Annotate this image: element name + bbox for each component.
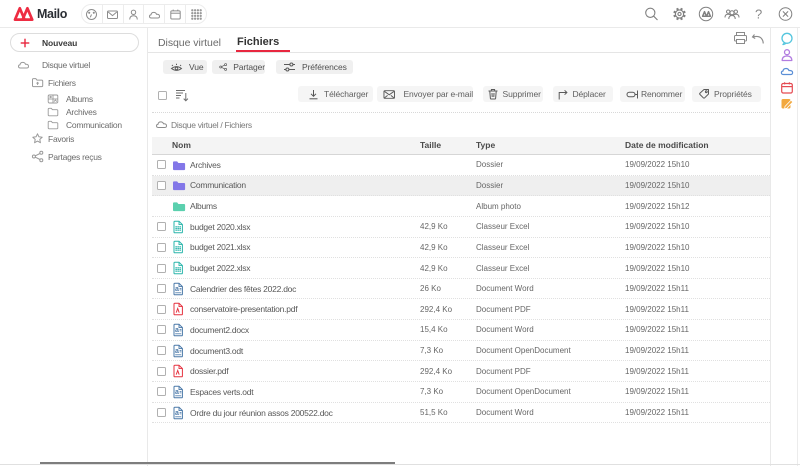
svg-text:a: a — [175, 410, 179, 417]
svg-text:a: a — [175, 389, 179, 396]
svg-text:a: a — [175, 286, 179, 293]
svg-text:a: a — [175, 327, 179, 334]
svg-text:a: a — [175, 348, 179, 355]
